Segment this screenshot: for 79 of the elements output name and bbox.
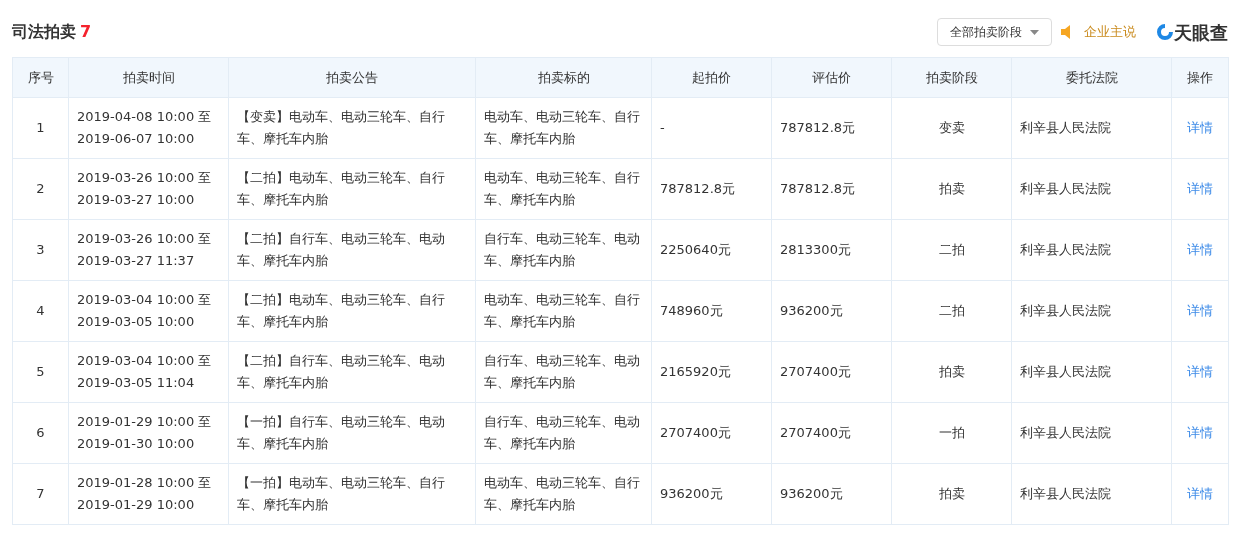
appraised-price: 787812.8元 (780, 120, 856, 135)
court-name: 利辛县人民法院 (1020, 120, 1111, 135)
auction-stage: 拍卖 (938, 364, 965, 379)
auction-stage: 变卖 (938, 120, 965, 135)
auction-subject: 电动车、电动三轮车、自行车、摩托车内胎 (484, 292, 640, 329)
column-header: 委托法院 (1011, 57, 1172, 98)
row-number: 5 (36, 364, 45, 379)
logo-icon (1156, 23, 1174, 41)
column-header: 操作 (1171, 57, 1229, 98)
promo-link[interactable]: 企业主说 (1084, 22, 1136, 42)
appraised-price: 2707400元 (780, 364, 851, 379)
auction-notice: 【二拍】自行车、电动三轮车、电动车、摩托车内胎 (237, 231, 445, 268)
auction-time: 2019-03-26 10:00 至 2019-03-27 11:37 (77, 231, 212, 268)
starting-price: 2165920元 (660, 364, 731, 379)
auction-notice: 【二拍】自行车、电动三轮车、电动车、摩托车内胎 (237, 353, 445, 390)
details-link[interactable]: 详情 (1187, 364, 1213, 379)
appraised-price: 936200元 (780, 303, 843, 318)
column-header: 拍卖标的 (475, 57, 652, 98)
auction-notice: 【二拍】电动车、电动三轮车、自行车、摩托车内胎 (237, 170, 445, 207)
starting-price: 2250640元 (660, 242, 731, 257)
auction-stage: 一拍 (938, 425, 965, 440)
row-number: 2 (36, 181, 45, 196)
brand-logo-text: 天眼查 (1174, 20, 1228, 45)
auction-stage: 二拍 (938, 303, 965, 318)
starting-price: 936200元 (660, 486, 723, 501)
appraised-price: 2813300元 (780, 242, 851, 257)
auction-subject: 自行车、电动三轮车、电动车、摩托车内胎 (484, 353, 640, 390)
column-header: 拍卖时间 (68, 57, 229, 98)
auction-notice: 【一拍】自行车、电动三轮车、电动车、摩托车内胎 (237, 414, 445, 451)
auction-subject: 电动车、电动三轮车、自行车、摩托车内胎 (484, 475, 640, 512)
row-number: 7 (36, 486, 45, 501)
auction-subject: 自行车、电动三轮车、电动车、摩托车内胎 (484, 231, 640, 268)
auction-subject: 电动车、电动三轮车、自行车、摩托车内胎 (484, 170, 640, 207)
details-link[interactable]: 详情 (1187, 120, 1213, 135)
column-header: 起拍价 (651, 57, 772, 98)
appraised-price: 936200元 (780, 486, 843, 501)
starting-price: - (660, 120, 665, 135)
details-link[interactable]: 详情 (1187, 486, 1213, 501)
auction-notice: 【一拍】电动车、电动三轮车、自行车、摩托车内胎 (237, 475, 445, 512)
auction-notice: 【变卖】电动车、电动三轮车、自行车、摩托车内胎 (237, 109, 445, 146)
auction-time: 2019-03-26 10:00 至 2019-03-27 10:00 (77, 170, 212, 207)
court-name: 利辛县人民法院 (1020, 486, 1111, 501)
auction-stage: 拍卖 (938, 181, 965, 196)
auction-time: 2019-03-04 10:00 至 2019-03-05 11:04 (77, 353, 212, 390)
auction-subject: 自行车、电动三轮车、电动车、摩托车内胎 (484, 414, 640, 451)
column-header: 序号 (12, 57, 69, 98)
appraised-price: 787812.8元 (780, 181, 856, 196)
auction-notice: 【二拍】电动车、电动三轮车、自行车、摩托车内胎 (237, 292, 445, 329)
row-number: 1 (36, 120, 45, 135)
starting-price: 787812.8元 (660, 181, 736, 196)
details-link[interactable]: 详情 (1187, 242, 1213, 257)
section-title: 司法拍卖 (12, 21, 76, 43)
starting-price: 2707400元 (660, 425, 731, 440)
court-name: 利辛县人民法院 (1020, 242, 1111, 257)
column-header: 评估价 (771, 57, 892, 98)
caret-icon (1030, 29, 1039, 35)
auction-time: 2019-01-28 10:00 至 2019-01-29 10:00 (77, 475, 212, 512)
court-name: 利辛县人民法院 (1020, 425, 1111, 440)
result-count: 7 (80, 21, 92, 43)
starting-price: 748960元 (660, 303, 723, 318)
court-name: 利辛县人民法院 (1020, 181, 1111, 196)
auction-stage: 二拍 (938, 242, 965, 257)
details-link[interactable]: 详情 (1187, 425, 1213, 440)
row-number: 3 (36, 242, 45, 257)
column-header: 拍卖阶段 (891, 57, 1012, 98)
auction-time: 2019-03-04 10:00 至 2019-03-05 10:00 (77, 292, 212, 329)
appraised-price: 2707400元 (780, 425, 851, 440)
row-number: 4 (36, 303, 45, 318)
court-name: 利辛县人民法院 (1020, 364, 1111, 379)
auction-time: 2019-04-08 10:00 至 2019-06-07 10:00 (77, 109, 212, 146)
auction-subject: 电动车、电动三轮车、自行车、摩托车内胎 (484, 109, 640, 146)
auction-time: 2019-01-29 10:00 至 2019-01-30 10:00 (77, 414, 212, 451)
court-name: 利辛县人民法院 (1020, 303, 1111, 318)
details-link[interactable]: 详情 (1187, 181, 1213, 196)
stage-dropdown[interactable]: 全部拍卖阶段 (937, 18, 1052, 46)
auction-stage: 拍卖 (938, 486, 965, 501)
column-header: 拍卖公告 (228, 57, 476, 98)
details-link[interactable]: 详情 (1187, 303, 1213, 318)
row-number: 6 (36, 425, 45, 440)
